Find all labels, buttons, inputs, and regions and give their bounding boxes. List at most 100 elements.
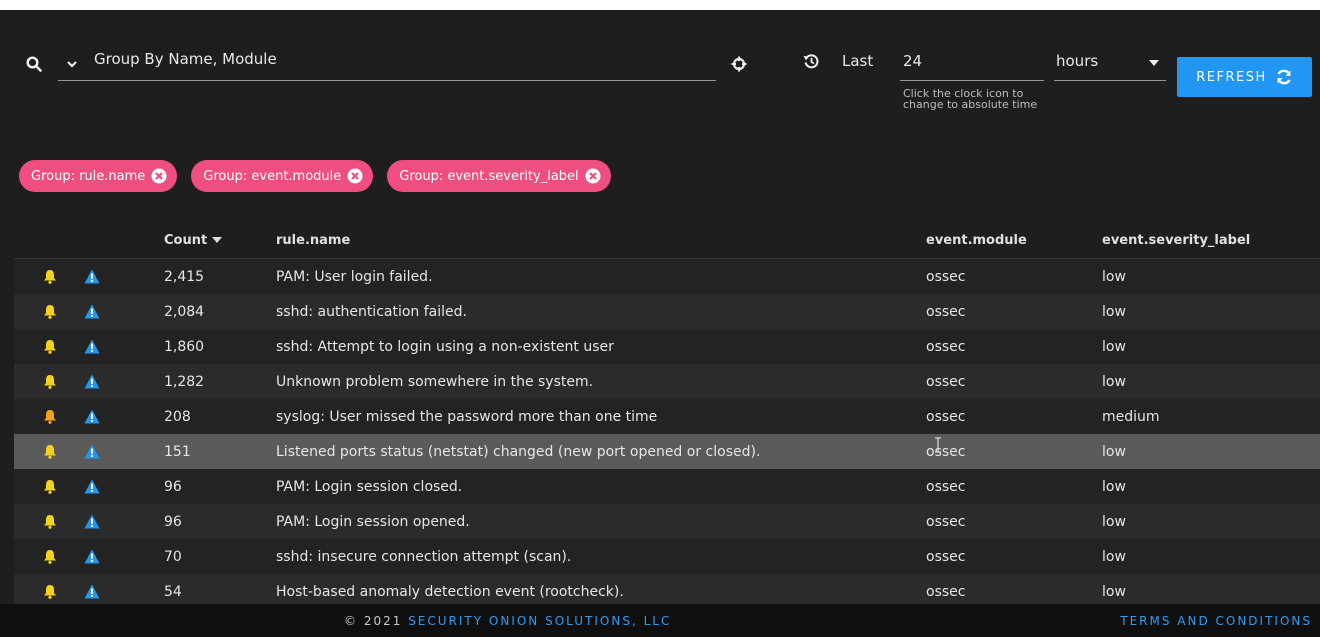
cell-rule-name: sshd: insecure connection attempt (scan)… bbox=[276, 548, 572, 565]
search-icon[interactable] bbox=[26, 56, 42, 72]
cell-event-module: ossec bbox=[926, 408, 966, 425]
cell-event-module: ossec bbox=[926, 303, 966, 320]
time-hint: Click the clock icon to change to absolu… bbox=[903, 87, 1038, 111]
terms-link[interactable]: TERMS AND CONDITIONS bbox=[1120, 614, 1312, 628]
bell-icon[interactable] bbox=[43, 549, 57, 564]
table-body: 2,415 PAM: User login failed. ossec low 2,08… bbox=[14, 259, 1320, 609]
cell-rule-name: PAM: User login failed. bbox=[276, 268, 433, 285]
last-label: Last bbox=[842, 52, 874, 70]
brand-link[interactable]: SECURITY ONION SOLUTIONS, LLC bbox=[408, 614, 671, 628]
cell-rule-name: sshd: Attempt to login using a non-exist… bbox=[276, 338, 614, 355]
row-actions bbox=[14, 469, 164, 504]
row-actions bbox=[14, 259, 164, 294]
cell-event-module: ossec bbox=[926, 548, 966, 565]
close-circle-icon[interactable] bbox=[347, 168, 363, 184]
cell-severity-label: low bbox=[1102, 338, 1126, 355]
cell-rule-name: syslog: User missed the password more th… bbox=[276, 408, 658, 425]
cell-severity-label: low bbox=[1102, 373, 1126, 390]
results-table: Count rule.name event.module event.sever… bbox=[14, 222, 1320, 609]
top-strip bbox=[0, 0, 1320, 10]
cell-count: 96 bbox=[164, 513, 182, 530]
bell-icon[interactable] bbox=[43, 269, 57, 284]
cell-count: 70 bbox=[164, 548, 182, 565]
cell-rule-name: PAM: Login session closed. bbox=[276, 478, 463, 495]
relative-time-input[interactable]: 24 bbox=[903, 52, 922, 70]
row-actions bbox=[14, 504, 164, 539]
cell-event-module: ossec bbox=[926, 338, 966, 355]
close-circle-icon[interactable] bbox=[585, 168, 601, 184]
chip-group-rule-name[interactable]: Group: rule.name bbox=[19, 160, 178, 192]
header-event-module[interactable]: event.module bbox=[926, 233, 1102, 248]
chevron-down-icon[interactable] bbox=[66, 58, 78, 70]
cell-severity-label: medium bbox=[1102, 408, 1160, 425]
cell-severity-label: low bbox=[1102, 548, 1126, 565]
query-underline bbox=[58, 80, 716, 81]
header-count[interactable]: Count bbox=[164, 233, 276, 248]
bell-icon[interactable] bbox=[43, 584, 57, 599]
table-row[interactable]: 208 syslog: User missed the password more… bbox=[14, 399, 1320, 434]
cell-count: 2,084 bbox=[164, 303, 205, 320]
cell-event-module: ossec bbox=[926, 478, 966, 495]
cell-event-module: ossec bbox=[926, 443, 966, 460]
cell-rule-name: PAM: Login session opened. bbox=[276, 513, 470, 530]
cell-count: 96 bbox=[164, 478, 182, 495]
row-actions bbox=[14, 434, 164, 469]
row-actions bbox=[14, 329, 164, 364]
table-row[interactable]: 1,860 sshd: Attempt to login using a non-… bbox=[14, 329, 1320, 364]
time-underline bbox=[900, 80, 1044, 81]
alert-triangle-icon[interactable] bbox=[84, 444, 100, 459]
history-icon[interactable] bbox=[803, 53, 820, 70]
table-row[interactable]: 1,282 Unknown problem somewhere in the sy… bbox=[14, 364, 1320, 399]
header-rule-name[interactable]: rule.name bbox=[276, 233, 926, 248]
alert-triangle-icon[interactable] bbox=[84, 514, 100, 529]
cell-rule-name: sshd: authentication failed. bbox=[276, 303, 467, 320]
cell-severity-label: low bbox=[1102, 303, 1126, 320]
bell-icon[interactable] bbox=[43, 304, 57, 319]
chip-group-event-module[interactable]: Group: event.module bbox=[191, 160, 374, 192]
bell-icon[interactable] bbox=[43, 409, 57, 424]
sort-desc-icon[interactable] bbox=[211, 236, 223, 244]
caret-down-icon[interactable] bbox=[1148, 58, 1160, 68]
alert-triangle-icon[interactable] bbox=[84, 549, 100, 564]
row-actions bbox=[14, 399, 164, 434]
crosshair-icon[interactable] bbox=[731, 56, 747, 72]
alert-triangle-icon[interactable] bbox=[84, 269, 100, 284]
row-actions bbox=[14, 539, 164, 574]
alert-triangle-icon[interactable] bbox=[84, 304, 100, 319]
cell-count: 1,860 bbox=[164, 338, 205, 355]
cell-event-module: ossec bbox=[926, 268, 966, 285]
table-row[interactable]: 2,415 PAM: User login failed. ossec low bbox=[14, 259, 1320, 294]
unit-underline bbox=[1054, 80, 1166, 81]
alert-triangle-icon[interactable] bbox=[84, 339, 100, 354]
bell-icon[interactable] bbox=[43, 479, 57, 494]
alert-triangle-icon[interactable] bbox=[84, 409, 100, 424]
cell-severity-label: low bbox=[1102, 513, 1126, 530]
bell-icon[interactable] bbox=[43, 514, 57, 529]
cell-count: 151 bbox=[164, 443, 191, 460]
table-row[interactable]: 2,084 sshd: authentication failed. ossec lo… bbox=[14, 294, 1320, 329]
group-chips: Group: rule.name Group: event.module Gro… bbox=[19, 160, 611, 192]
bell-icon[interactable] bbox=[43, 339, 57, 354]
alert-triangle-icon[interactable] bbox=[84, 584, 100, 599]
bell-icon[interactable] bbox=[43, 444, 57, 459]
row-actions bbox=[14, 364, 164, 399]
alert-triangle-icon[interactable] bbox=[84, 374, 100, 389]
table-row[interactable]: 70 sshd: insecure connection attempt (sca… bbox=[14, 539, 1320, 574]
alert-triangle-icon[interactable] bbox=[84, 479, 100, 494]
bell-icon[interactable] bbox=[43, 374, 57, 389]
text-cursor-icon bbox=[935, 437, 941, 453]
chip-group-event-severity[interactable]: Group: event.severity_label bbox=[387, 160, 611, 192]
cell-event-module: ossec bbox=[926, 373, 966, 390]
refresh-button[interactable]: REFRESH bbox=[1177, 57, 1312, 97]
table-row[interactable]: 96 PAM: Login session closed. ossec low bbox=[14, 469, 1320, 504]
footer: © 2021 SECURITY ONION SOLUTIONS, LLC TER… bbox=[0, 604, 1320, 637]
query-input[interactable]: Group By Name, Module bbox=[94, 50, 277, 68]
close-circle-icon[interactable] bbox=[151, 168, 167, 184]
table-row[interactable]: 96 PAM: Login session opened. ossec low bbox=[14, 504, 1320, 539]
table-row[interactable]: 151 Listened ports status (netstat) chang… bbox=[14, 434, 1320, 469]
cell-severity-label: low bbox=[1102, 478, 1126, 495]
header-severity-label[interactable]: event.severity_label bbox=[1102, 233, 1302, 248]
cell-count: 2,415 bbox=[164, 268, 205, 285]
chip-label: Group: rule.name bbox=[31, 168, 146, 184]
time-unit-select[interactable]: hours bbox=[1056, 52, 1098, 70]
